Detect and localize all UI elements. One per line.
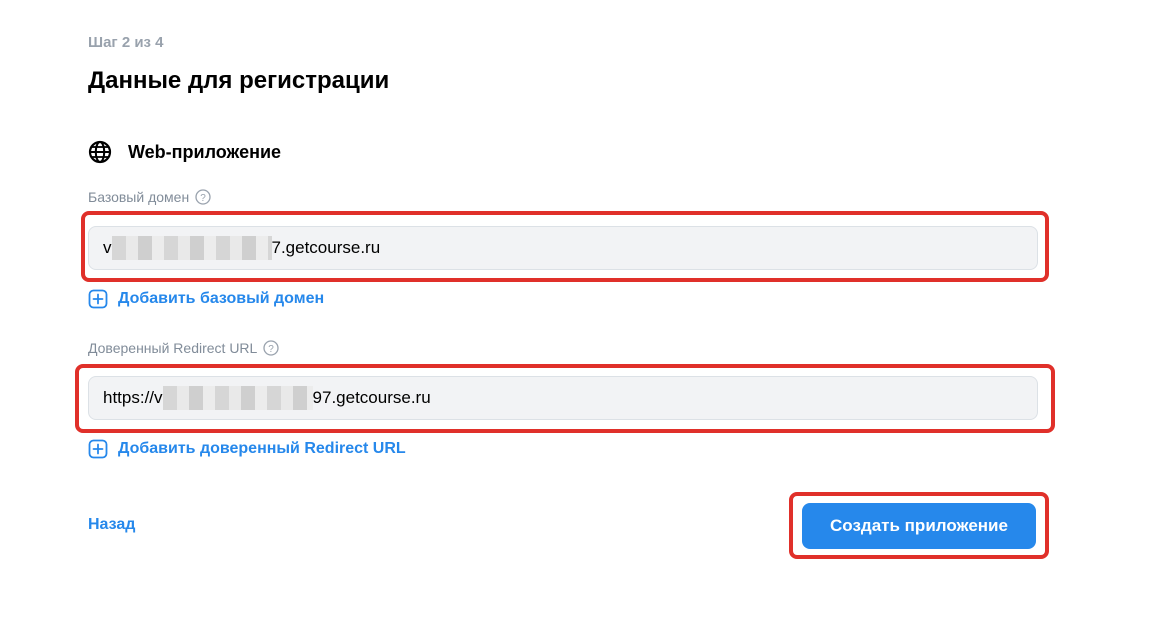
add-redirect-url-link[interactable]: Добавить доверенный Redirect URL xyxy=(88,439,406,459)
base-domain-label-row: Базовый домен ? xyxy=(88,189,211,205)
plus-square-icon xyxy=(88,289,108,309)
base-domain-value-prefix: v xyxy=(103,238,112,257)
page-title: Данные для регистрации xyxy=(88,67,390,94)
redirect-url-label: Доверенный Redirect URL xyxy=(88,340,258,356)
svg-text:?: ? xyxy=(269,344,275,355)
plus-square-icon xyxy=(88,439,108,459)
platform-label: Web-приложение xyxy=(128,141,282,162)
base-domain-value-suffix: 7.getcourse.ru xyxy=(271,238,381,257)
redacted-area xyxy=(111,236,272,260)
step-indicator: Шаг 2 из 4 xyxy=(88,34,164,51)
svg-text:?: ? xyxy=(200,193,206,204)
help-icon[interactable]: ? xyxy=(263,340,279,356)
base-domain-label: Базовый домен xyxy=(88,189,190,205)
add-base-domain-link[interactable]: Добавить базовый домен xyxy=(88,289,324,309)
add-base-domain-label: Добавить базовый домен xyxy=(118,290,325,307)
platform-row: Web-приложение xyxy=(88,138,281,166)
add-redirect-url-label: Добавить доверенный Redirect URL xyxy=(118,440,406,457)
redirect-url-label-row: Доверенный Redirect URL ? xyxy=(88,340,279,356)
back-link[interactable]: Назад xyxy=(88,516,135,534)
redirect-url-value-suffix: 97.getcourse.ru xyxy=(312,388,431,407)
base-domain-input[interactable]: v 7.getcourse.ru xyxy=(88,226,1038,270)
globe-icon xyxy=(88,140,112,164)
redirect-url-input[interactable]: https://v 97.getcourse.ru xyxy=(88,376,1038,420)
help-icon[interactable]: ? xyxy=(195,189,211,205)
create-app-button[interactable]: Создать приложение xyxy=(802,503,1036,549)
redacted-area xyxy=(162,386,313,410)
redirect-url-value-prefix: https://v xyxy=(103,388,163,407)
